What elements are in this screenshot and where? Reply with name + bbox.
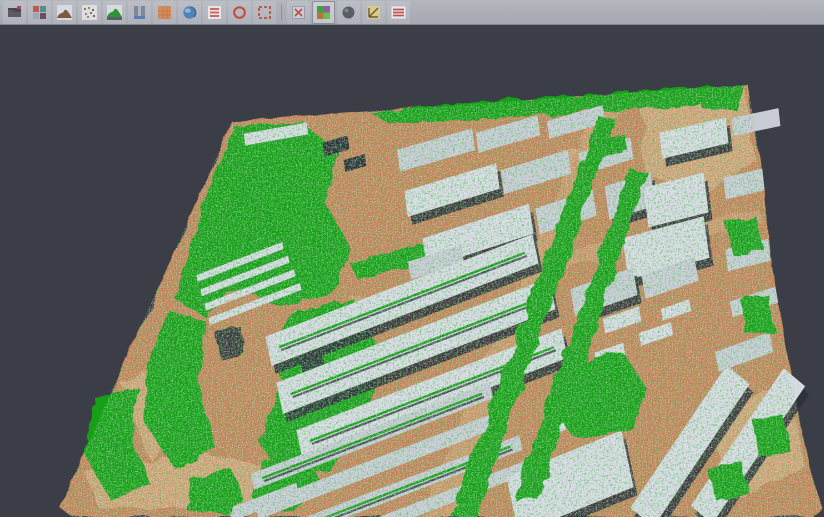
- toolbar-button-classification[interactable]: [312, 1, 335, 24]
- toolbar-button-orthoimage[interactable]: [153, 1, 176, 24]
- measure-icon: [366, 5, 381, 20]
- toolbar-button-terrain-model[interactable]: [53, 1, 76, 24]
- application-window: [0, 0, 824, 517]
- toolbar-button-clip[interactable]: [287, 1, 310, 24]
- toolbar: [0, 0, 824, 25]
- rectangle-selection-icon: [257, 5, 272, 20]
- point-colors-icon: [32, 5, 47, 20]
- toolbar-button-messages[interactable]: [203, 1, 226, 24]
- toolbar-button-circle-selection[interactable]: [228, 1, 251, 24]
- toolbar-button-rectangle-selection[interactable]: [253, 1, 276, 24]
- toolbar-button-globe-view[interactable]: [178, 1, 201, 24]
- toolbar-button-open[interactable]: [3, 1, 26, 24]
- toolbar-button-sphere-render[interactable]: [337, 1, 360, 24]
- cross-section-icon: [132, 5, 147, 20]
- remove-lines-icon: [391, 5, 406, 20]
- point-noise-layer: [55, 80, 824, 517]
- point-cloud-render: [0, 25, 824, 517]
- messages-icon: [207, 5, 222, 20]
- sphere-render-icon: [341, 5, 356, 20]
- classification-icon: [316, 5, 331, 20]
- orthoimage-icon: [157, 5, 172, 20]
- toolbar-button-cross-section[interactable]: [128, 1, 151, 24]
- surface-model-icon: [107, 5, 122, 20]
- toolbar-button-measure[interactable]: [362, 1, 385, 24]
- clip-icon: [291, 5, 306, 20]
- toolbar-button-point-density[interactable]: [78, 1, 101, 24]
- viewport-3d[interactable]: [0, 25, 824, 517]
- point-density-icon: [82, 5, 97, 20]
- toolbar-button-point-colors[interactable]: [28, 1, 51, 24]
- globe-view-icon: [182, 5, 197, 20]
- terrain-model-icon: [57, 5, 72, 20]
- toolbar-separator: [281, 4, 282, 20]
- toolbar-button-remove-lines[interactable]: [387, 1, 410, 24]
- open-icon: [7, 5, 22, 20]
- toolbar-button-surface-model[interactable]: [103, 1, 126, 24]
- circle-selection-icon: [232, 5, 247, 20]
